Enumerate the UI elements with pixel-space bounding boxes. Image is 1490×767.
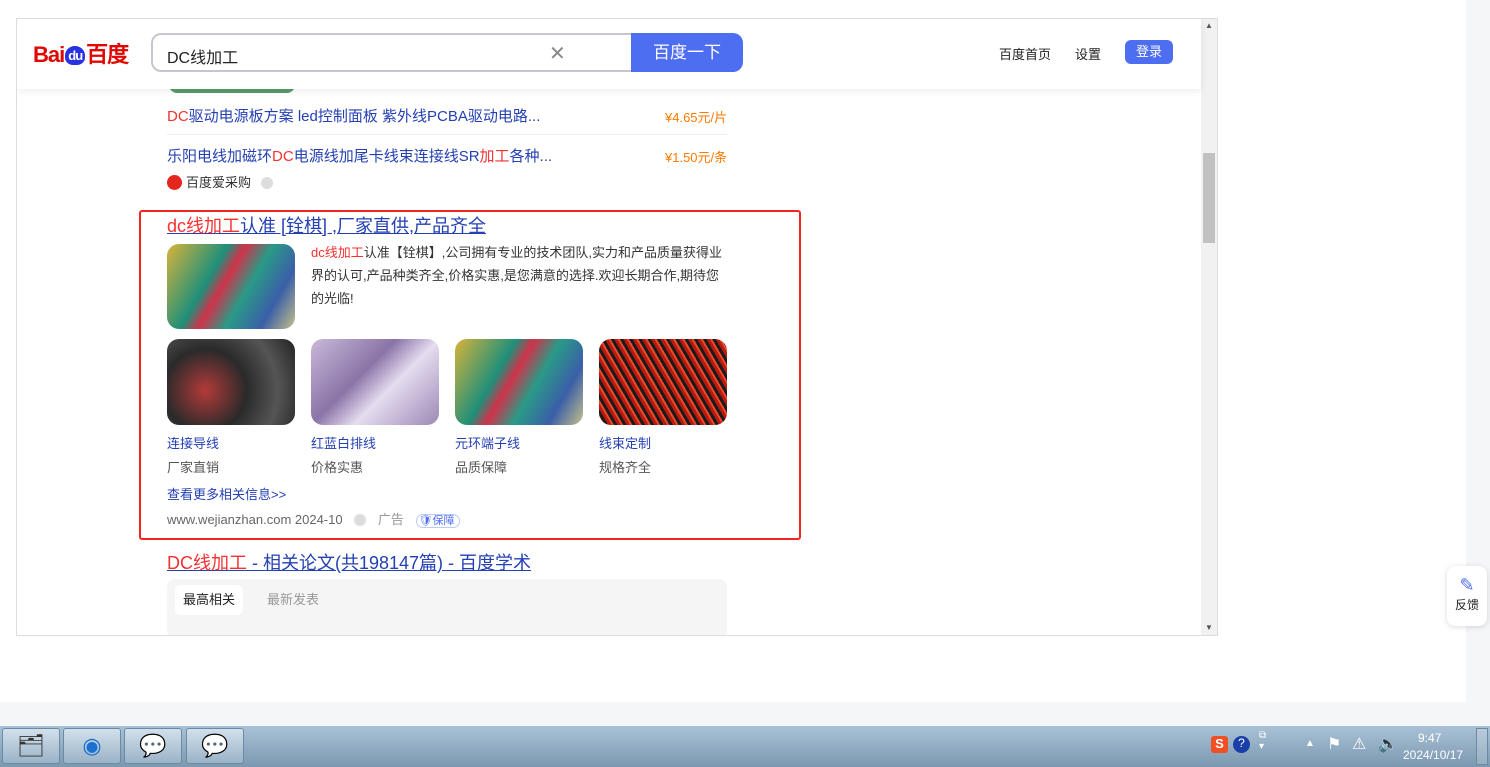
help-icon[interactable]: ?: [1233, 736, 1250, 753]
baidu-logo[interactable]: Bai du 百度: [33, 37, 129, 69]
ad-source: www.wejianzhan.com 2024-10 广告 🛡保障: [167, 509, 461, 528]
scrollbar[interactable]: ▲ ▼: [1201, 19, 1217, 635]
nav-settings[interactable]: 设置: [1075, 44, 1101, 63]
ad-item-title[interactable]: 线束定制: [599, 433, 651, 452]
ad-item-title[interactable]: 连接导线: [167, 433, 219, 452]
ad-item-image[interactable]: [455, 339, 583, 425]
chat-icon: 💬: [139, 733, 167, 758]
clock-time[interactable]: 9:47: [1418, 731, 1441, 745]
feedback-button[interactable]: ✎ 反馈: [1447, 566, 1487, 626]
show-desktop-button[interactable]: [1476, 728, 1488, 765]
login-button[interactable]: 登录: [1125, 40, 1173, 64]
scroll-down-icon[interactable]: ▼: [1205, 623, 1213, 632]
action-center-icon[interactable]: ⚑: [1327, 734, 1341, 754]
taskbar-wechat[interactable]: 💬: [186, 728, 244, 764]
nav-home[interactable]: 百度首页: [999, 44, 1051, 63]
ad-main-image[interactable]: [167, 244, 295, 329]
ime-options-icon[interactable]: ⧉ ▾: [1259, 730, 1266, 752]
ad-description: dc线加工认准【铨棋】,公司拥有专业的技术团队,实力和产品质量获得业界的认可,产…: [311, 245, 722, 306]
scrollbar-thumb[interactable]: [1203, 153, 1215, 243]
aicaigou-icon: [167, 175, 182, 190]
product-price: ¥4.65元/片: [665, 110, 728, 125]
search-header: Bai du 百度 DC线加工 ✕ 百度一下 百度首页 设置 登录: [17, 19, 1201, 89]
guarantee-badge[interactable]: 🛡保障: [415, 514, 461, 528]
volume-icon[interactable]: 🔈: [1378, 734, 1398, 754]
ad-item-image[interactable]: [311, 339, 439, 425]
ad-item-title[interactable]: 红蓝白排线: [311, 433, 376, 452]
source-label[interactable]: 百度爱采购: [167, 172, 273, 191]
more-info-link[interactable]: 查看更多相关信息>>: [167, 484, 286, 503]
scroll-up-icon[interactable]: ▲: [1205, 21, 1213, 30]
wechat-icon: 💬: [201, 733, 229, 758]
product-link[interactable]: DC驱动电源板方案 led控制面板 紫外线PCBA驱动电路...: [167, 105, 540, 126]
dropdown-icon[interactable]: [354, 514, 367, 526]
dropdown-icon[interactable]: [260, 177, 273, 189]
taskbar-chat-app[interactable]: 💬: [124, 728, 182, 764]
divider: [167, 134, 727, 135]
product-price: ¥1.50元/条: [665, 150, 728, 165]
scholar-tabs: 最高相关 最新发表: [167, 579, 727, 635]
page-bottom-band: [0, 702, 1490, 726]
ad-url: www.wejianzhan.com 2024-10: [167, 512, 343, 527]
shield-icon: 🛡: [418, 515, 433, 527]
taskbar-sogou-browser[interactable]: ◉: [63, 728, 121, 764]
ad-item-subtitle: 厂家直销: [167, 460, 220, 475]
ad-item-image[interactable]: [167, 339, 295, 425]
ad-item-subtitle: 规格齐全: [599, 460, 652, 475]
tab-most-relevant[interactable]: 最高相关: [175, 585, 243, 615]
network-warning-icon[interactable]: ⚠: [1352, 734, 1366, 754]
browser-viewport: Bai du 百度 DC线加工 ✕ 百度一下 百度首页 设置 登录 DC驱动电源板方…: [16, 18, 1218, 636]
taskbar: 🗂 ◉ 💬 💬 S ? ⧉ ▾ ▲ ⚑ ⚠ 🔈 9:47 2024/10/17: [0, 726, 1490, 767]
clock-date[interactable]: 2024/10/17: [1403, 748, 1463, 762]
windows-icon: 🗂: [17, 733, 45, 758]
ad-item-title[interactable]: 元环端子线: [455, 433, 520, 452]
ad-item-subtitle: 价格实惠: [311, 460, 364, 475]
start-button[interactable]: 🗂: [2, 728, 60, 764]
product-link[interactable]: 乐阳电线加磁环DC电源线加尾卡线束连接线SR加工各种...: [167, 145, 552, 166]
feedback-label: 反馈: [1454, 598, 1479, 612]
tab-latest[interactable]: 最新发表: [267, 585, 319, 615]
edit-icon: ✎: [1459, 575, 1475, 595]
show-hidden-icons[interactable]: ▲: [1305, 738, 1315, 749]
ad-label: 广告: [377, 512, 404, 527]
badge-label: 保障: [432, 515, 455, 527]
ad-title-link[interactable]: dc线加工认准 [铨棋] ,厂家直供,产品齐全: [167, 212, 486, 238]
ad-item-image[interactable]: [599, 339, 727, 425]
sogou-ime-icon[interactable]: S: [1211, 736, 1228, 753]
scholar-title-link[interactable]: DC线加工 - 相关论文(共198147篇) - 百度学术: [167, 549, 531, 575]
clear-icon[interactable]: ✕: [549, 41, 566, 66]
browser-icon: ◉: [82, 733, 102, 758]
ad-item-subtitle: 品质保障: [455, 460, 508, 475]
search-button[interactable]: 百度一下: [631, 33, 743, 72]
